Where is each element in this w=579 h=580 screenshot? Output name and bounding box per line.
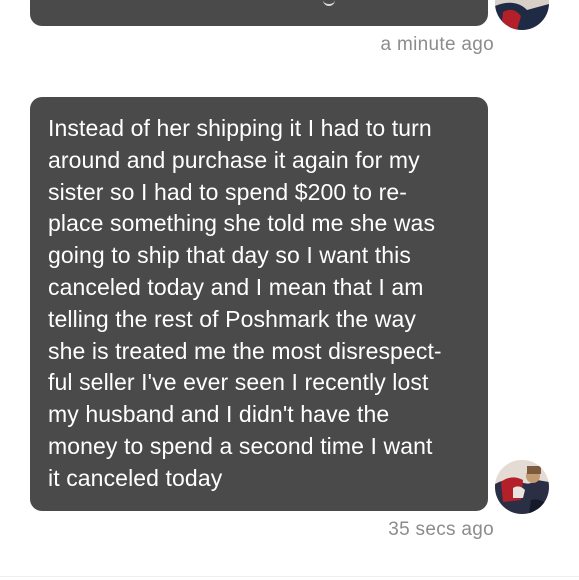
- message-text-fragment: [323, 0, 335, 6]
- avatar-photo-icon: [495, 0, 549, 30]
- sender-avatar[interactable]: [495, 0, 549, 30]
- divider: [0, 576, 579, 577]
- message-bubble-latest: Instead of her shipping it I had to turn…: [30, 97, 488, 511]
- avatar-photo-icon: [495, 460, 549, 514]
- message-text: Instead of her shipping it I had to turn…: [48, 115, 442, 491]
- message-timestamp: a minute ago: [380, 34, 494, 55]
- message-timestamp: 35 secs ago: [388, 519, 494, 540]
- message-bubble-previous: [30, 0, 488, 26]
- sender-avatar[interactable]: [495, 460, 549, 514]
- chat-screen: a minute ago Instead of her shipping it …: [0, 0, 579, 580]
